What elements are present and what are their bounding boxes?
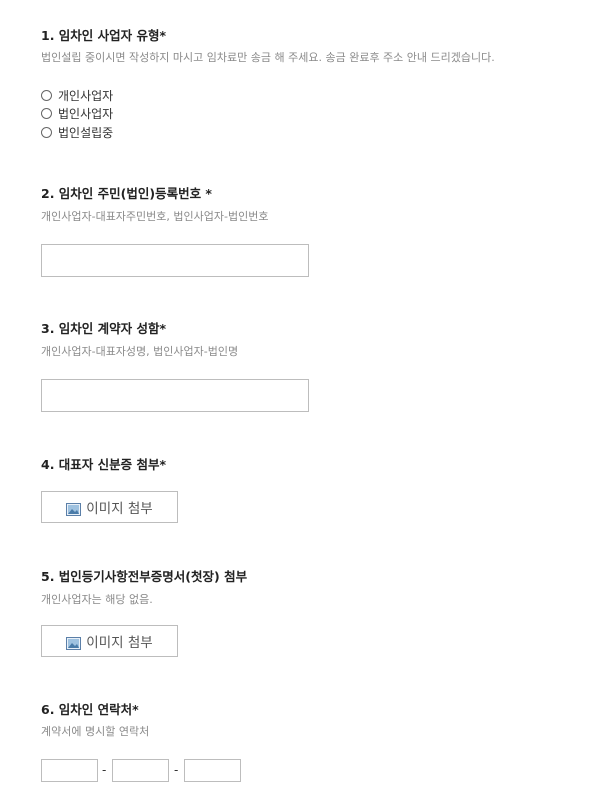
q2-description: 개인사업자-대표자주민번호, 법인사업자-법인번호	[41, 210, 269, 223]
image-icon	[66, 635, 82, 650]
phone-separator: -	[174, 763, 179, 777]
radio-button[interactable]	[41, 107, 52, 119]
phone-part-1-input[interactable]	[41, 759, 98, 782]
attach-button-label: 이미지 첨부	[86, 501, 153, 517]
phone-part-2-input[interactable]	[112, 759, 169, 782]
radio-option-corporation[interactable]: 법인사업자	[41, 105, 113, 121]
attach-button-label: 이미지 첨부	[86, 635, 153, 651]
radio-option-individual[interactable]: 개인사업자	[41, 87, 113, 103]
radio-label: 법인설립중	[58, 125, 114, 140]
radio-button[interactable]	[41, 89, 52, 101]
image-icon	[66, 501, 82, 516]
q4-title: 4. 대표자 신분증 첨부*	[41, 457, 167, 472]
q2-title: 2. 임차인 주민(법인)등록번호 *	[41, 186, 212, 201]
q1-description: 법인설립 중이시면 작성하지 마시고 임차료만 송금 해 주세요. 송금 완료후…	[41, 51, 495, 64]
phone-separator: -	[102, 763, 107, 777]
contractor-name-input[interactable]	[41, 379, 309, 412]
radio-button[interactable]	[41, 126, 52, 138]
q6-title: 6. 임차인 연락처*	[41, 702, 139, 717]
radio-label: 개인사업자	[58, 88, 114, 103]
q3-description: 개인사업자-대표자성명, 법인사업자-법인명	[41, 345, 239, 358]
id-card-attach-button[interactable]: 이미지 첨부	[41, 491, 178, 523]
radio-label: 법인사업자	[58, 106, 114, 121]
q3-title: 3. 임차인 계약자 성함*	[41, 321, 167, 336]
q5-description: 개인사업자는 해당 없음.	[41, 593, 153, 606]
q5-title: 5. 법인등기사항전부증명서(첫장) 첨부	[41, 569, 248, 584]
registration-number-input[interactable]	[41, 244, 309, 277]
radio-option-incorporating[interactable]: 법인설립중	[41, 124, 113, 140]
q1-title: 1. 임차인 사업자 유형*	[41, 28, 167, 43]
q6-description: 계약서에 명시할 연락처	[41, 725, 150, 738]
certificate-attach-button[interactable]: 이미지 첨부	[41, 625, 178, 657]
phone-part-3-input[interactable]	[184, 759, 241, 782]
